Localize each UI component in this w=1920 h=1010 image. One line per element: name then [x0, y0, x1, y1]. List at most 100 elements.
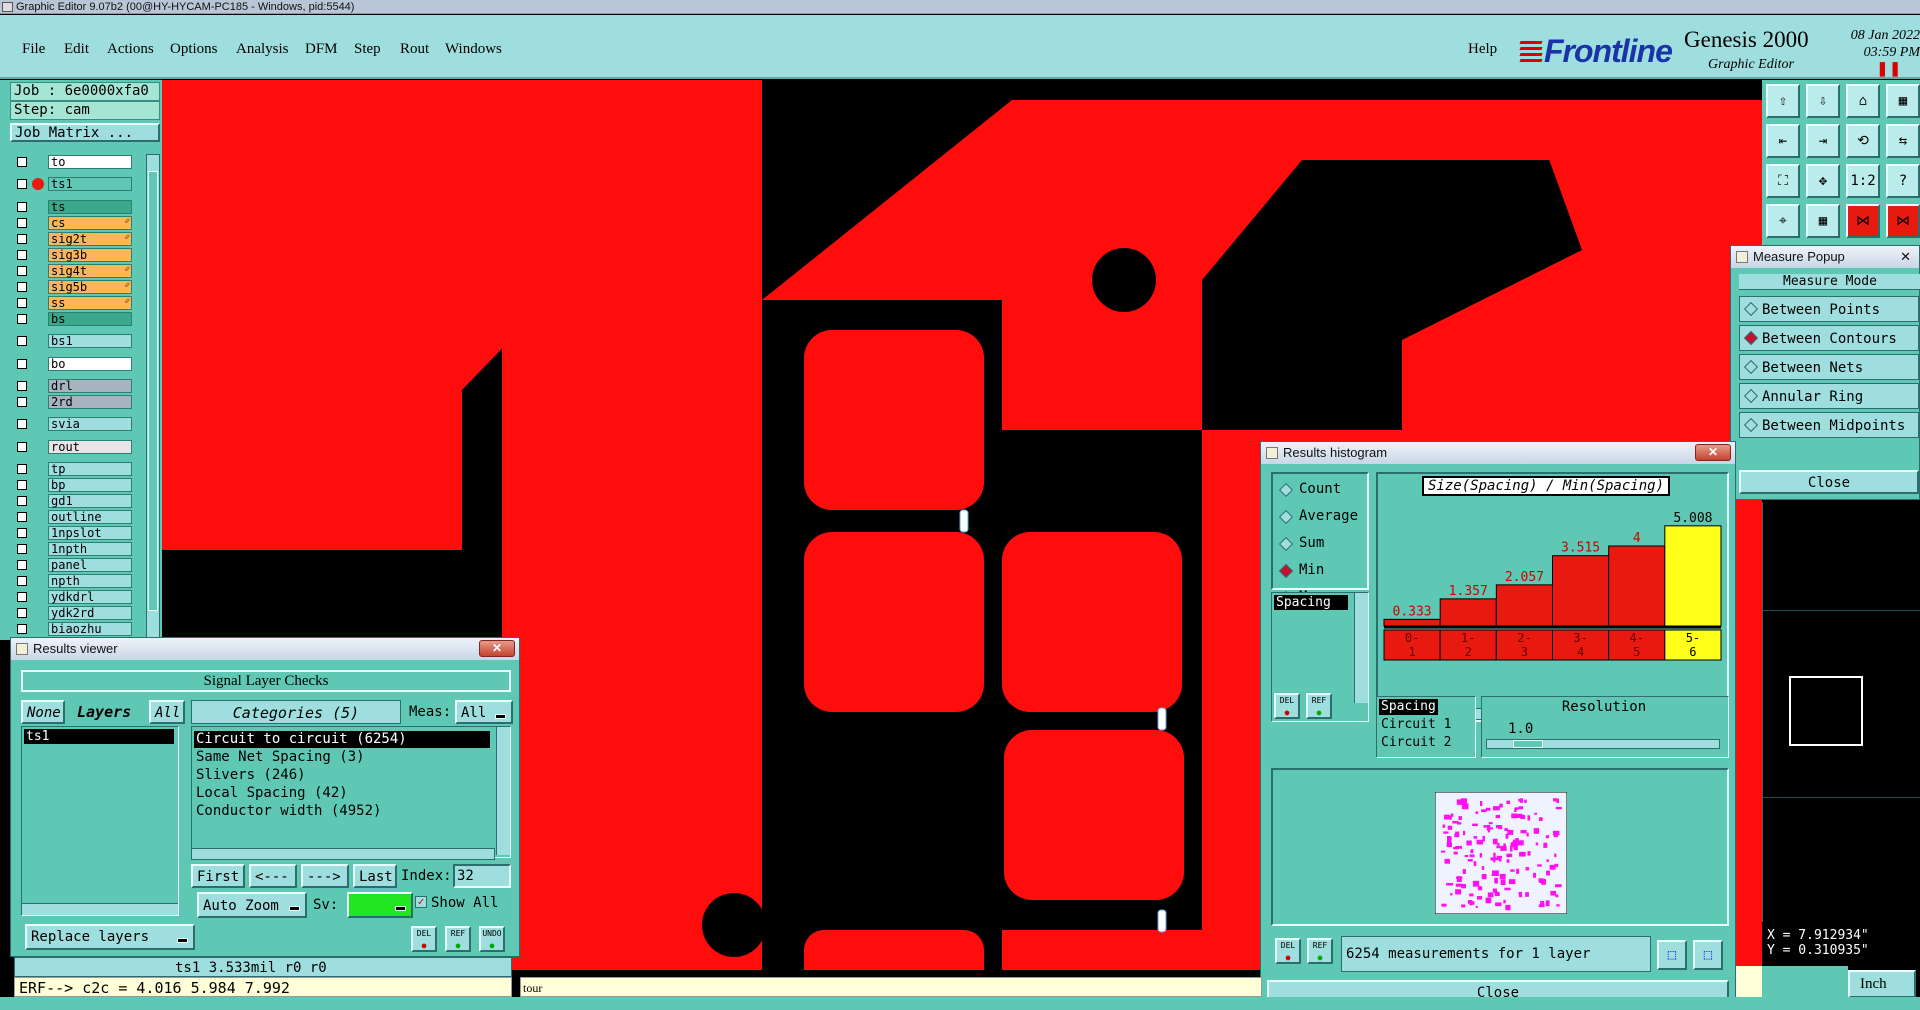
layer-checkbox[interactable]: [17, 297, 27, 308]
menu-actions[interactable]: Actions: [107, 41, 154, 58]
radio-icon[interactable]: [1743, 359, 1759, 375]
selection-item[interactable]: Circuit 2: [1379, 735, 1453, 751]
resolution-slider[interactable]: [1486, 739, 1720, 749]
layer-row-2rd[interactable]: 2rd: [14, 395, 132, 409]
close-icon[interactable]: ✕: [479, 640, 515, 657]
zoom-area-icon[interactable]: ▦: [1886, 84, 1920, 118]
selection-item[interactable]: Circuit 1: [1379, 717, 1453, 733]
radio-icon[interactable]: [1278, 482, 1294, 498]
hist-footer-ref-button[interactable]: REF ●: [1307, 938, 1333, 964]
radio-icon[interactable]: [1743, 301, 1759, 317]
histogram-list-item[interactable]: Spacing: [1274, 595, 1348, 610]
layer-checkbox[interactable]: [17, 608, 27, 619]
layer-row-bs1[interactable]: bs1: [14, 334, 132, 349]
layer-row-to[interactable]: to: [14, 155, 132, 169]
category-item[interactable]: Conductor width (4952): [194, 803, 490, 820]
distribution-map[interactable]: [1435, 792, 1567, 914]
ratio-icon[interactable]: 1:2: [1846, 164, 1880, 198]
layer-row-1npth[interactable]: 1npth: [14, 542, 132, 557]
layer-checkbox[interactable]: [17, 313, 27, 324]
layer-checkbox[interactable]: [17, 496, 27, 507]
stat-min[interactable]: Min: [1277, 561, 1367, 581]
meas-dropdown[interactable]: All: [455, 700, 513, 724]
hist-ref-button[interactable]: REF ●: [1306, 693, 1332, 719]
measure-close-button[interactable]: Close: [1739, 470, 1919, 494]
menu-windows[interactable]: Windows: [445, 41, 502, 58]
histogram-bar[interactable]: [1495, 584, 1554, 627]
layer-row-biaozhu[interactable]: biaozhu: [14, 622, 132, 637]
export-icon[interactable]: ⬚: [1657, 940, 1687, 970]
menu-help[interactable]: Help: [1468, 41, 1497, 58]
layer-row-ts1[interactable]: ts1: [14, 177, 132, 192]
prev-button[interactable]: <---: [249, 864, 297, 888]
layer-row-1npslot[interactable]: 1npslot: [14, 526, 132, 541]
flip-icon[interactable]: ⇆: [1886, 124, 1920, 158]
spacing-marker-3[interactable]: [1157, 909, 1167, 933]
layer-row-ts[interactable]: ts: [14, 199, 132, 214]
layer-checkbox[interactable]: [17, 592, 27, 603]
layer-checkbox[interactable]: [17, 249, 27, 260]
show-all-checkbox[interactable]: ✓: [415, 896, 427, 908]
last-button[interactable]: Last: [353, 864, 397, 888]
measure-mode-between-contours[interactable]: Between Contours: [1739, 325, 1919, 351]
close-icon[interactable]: ✕: [1900, 246, 1911, 268]
layer-checkbox[interactable]: [17, 157, 27, 167]
histogram-list-scrollbar[interactable]: [1354, 593, 1368, 703]
layer-down-icon[interactable]: ⇩: [1806, 84, 1840, 118]
layer-checkbox[interactable]: [17, 576, 27, 587]
layer-row-gd1[interactable]: gd1: [14, 494, 132, 509]
layer-row-cs[interactable]: cs ✐: [14, 215, 132, 230]
histogram-bar[interactable]: [1664, 525, 1722, 627]
index-input[interactable]: 32: [453, 864, 511, 888]
layer-checkbox[interactable]: [17, 336, 27, 347]
layer-checkbox[interactable]: [17, 201, 27, 212]
radio-icon[interactable]: [1743, 417, 1759, 433]
radio-icon[interactable]: [1743, 388, 1759, 404]
pan-left-icon[interactable]: ⇤: [1766, 124, 1800, 158]
none-button[interactable]: None: [21, 700, 65, 724]
layer-row-bp[interactable]: bp: [14, 478, 132, 493]
category-item[interactable]: Local Spacing (42): [194, 785, 490, 802]
radio-icon[interactable]: [1743, 330, 1759, 346]
layer-row-sig2t[interactable]: sig2t ✐: [14, 231, 132, 246]
layer-checkbox[interactable]: [17, 179, 27, 190]
pan-right-icon[interactable]: ⇥: [1806, 124, 1840, 158]
measure-mode-between-points[interactable]: Between Points: [1739, 296, 1919, 322]
measure-mode-between-midpoints[interactable]: Between Midpoints: [1739, 412, 1919, 438]
selection-item[interactable]: Spacing: [1379, 699, 1438, 715]
layer-checkbox[interactable]: [17, 217, 27, 228]
histogram-bar[interactable]: [1383, 618, 1441, 627]
layer-row-ss[interactable]: ss ✐: [14, 295, 132, 310]
pad-2[interactable]: [804, 532, 984, 712]
layer-checkbox[interactable]: [17, 419, 27, 430]
radio-icon[interactable]: [1278, 509, 1294, 525]
hist-footer-del-button[interactable]: DEL ●: [1275, 938, 1301, 964]
category-list-scrollbar[interactable]: [496, 727, 510, 855]
layer-checkbox[interactable]: [17, 358, 27, 369]
layer-checkbox[interactable]: [17, 464, 27, 475]
stat-sum[interactable]: Sum: [1277, 534, 1367, 554]
category-item[interactable]: Same Net Spacing (3): [194, 749, 490, 766]
center-icon[interactable]: ✥: [1806, 164, 1840, 198]
layer-checkbox[interactable]: [17, 441, 27, 452]
overview-viewport[interactable]: [1789, 676, 1863, 746]
layer-row-ydk2rd[interactable]: ydk2rd: [14, 606, 132, 621]
layer-checkbox[interactable]: [17, 397, 27, 407]
rv-ref-button[interactable]: REF ●: [445, 926, 471, 952]
layer-checkbox[interactable]: [17, 560, 27, 571]
category-item[interactable]: Circuit to circuit (6254): [194, 731, 490, 748]
layer-checkbox[interactable]: [17, 544, 27, 555]
rv-undo-button[interactable]: UNDO ●: [479, 926, 505, 952]
menu-edit[interactable]: Edit: [64, 41, 89, 58]
pad-6[interactable]: [1002, 930, 1182, 970]
histogram-bar[interactable]: [1439, 598, 1497, 627]
layer-row-svia[interactable]: svia: [14, 417, 132, 432]
replace-layers-dropdown[interactable]: Replace layers: [25, 924, 195, 950]
category-list-hscroll[interactable]: [191, 848, 495, 860]
menu-rout[interactable]: Rout: [400, 41, 429, 58]
measure-icon[interactable]: ⌖: [1766, 204, 1800, 238]
close-icon[interactable]: ✕: [1695, 444, 1731, 461]
auto-zoom-dropdown[interactable]: Auto Zoom: [197, 892, 307, 918]
layer-checkbox[interactable]: [17, 528, 27, 539]
layer-row-outline[interactable]: outline: [14, 510, 132, 525]
